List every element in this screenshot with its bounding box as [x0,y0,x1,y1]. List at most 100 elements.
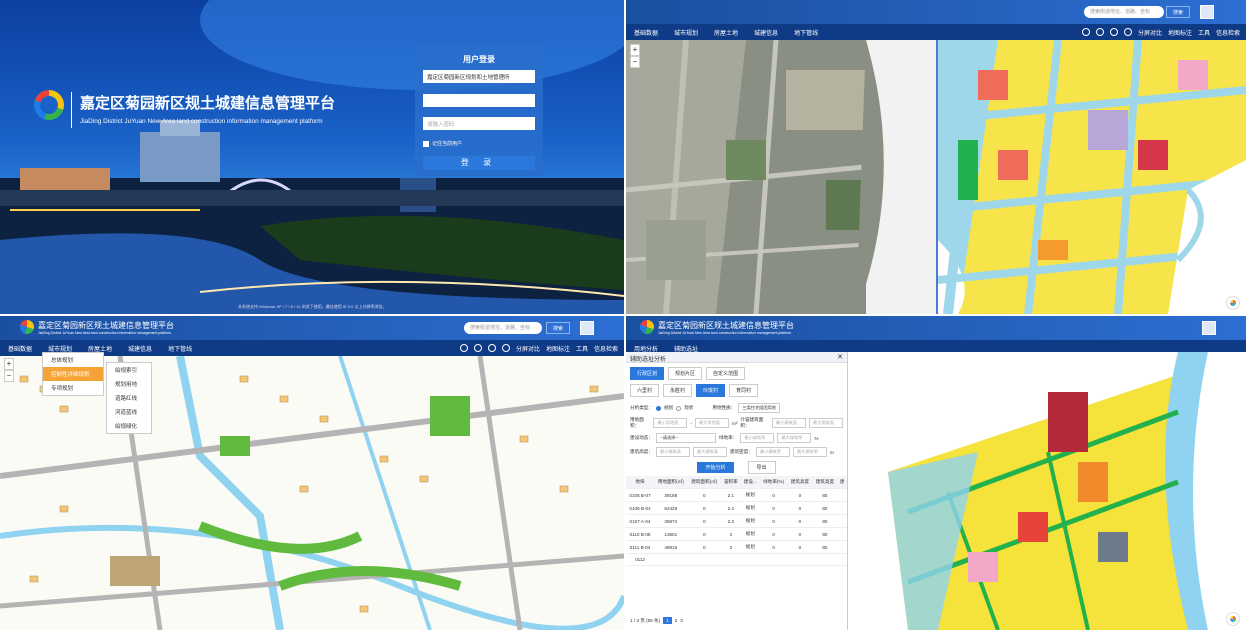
table-row[interactable]: 0111 B-04 48915 0 2 规划 0 0 80 [626,540,847,554]
tab-village-3[interactable]: 玲珑村 [696,384,726,397]
search-input[interactable]: 搜索街道地址、道路、坐标 [1084,6,1164,18]
tab-village-4[interactable]: 育同村 [729,384,759,397]
menu-split-compare[interactable]: 分屏对比 [516,344,540,353]
layer-toggle-icon[interactable] [1226,612,1240,626]
tab-village-1[interactable]: 六里村 [630,384,660,397]
zoom-minus-button[interactable]: − [4,370,14,382]
table-cell: 0 [787,501,813,515]
login-button[interactable]: 登 录 [423,156,535,170]
menu-housing-land[interactable]: 房屋土地 [706,28,746,37]
zoom-minus-button[interactable]: − [630,56,640,68]
table-row[interactable]: 0112 [626,553,847,566]
globe-icon[interactable] [501,344,510,352]
app-header: 嘉定区菊园新区规土城建信息管理平台 JiaDing District JuYua… [626,316,1246,340]
min-far-input[interactable]: 最小建筑面 [772,418,806,428]
min-density-input[interactable]: 最小建筑密 [755,447,790,457]
menu-item-master-plan[interactable]: 总体规划 [43,353,103,367]
area-unit: m² [732,420,738,426]
radio-plan-icon[interactable] [655,405,661,411]
tab-plan-area[interactable]: 规划片区 [668,367,703,380]
menu-basic-data[interactable]: 基础数据 [0,344,40,353]
close-icon[interactable]: ✕ [837,353,843,361]
table-row[interactable]: 0110 B-08 13801 0 2 规划 0 0 80 [626,527,847,541]
menu-info-search[interactable]: 信息检索 [1216,28,1240,37]
min-height-input[interactable]: 最小建筑高 [655,447,690,457]
menu-map-annotate[interactable]: 地图标注 [1168,28,1192,37]
zoom-out-icon[interactable] [1095,28,1104,36]
zoom-in-icon[interactable] [459,344,468,352]
table-row[interactable]: 0105 B-07 39168 0 2.1 规划 0 0 80 [626,488,847,502]
user-select[interactable] [423,94,535,107]
zoom-plus-button[interactable]: + [4,358,14,370]
menu-basic-data[interactable]: 基础数据 [626,28,666,37]
user-avatar[interactable] [580,321,594,335]
max-far-input[interactable]: 最大建筑面 [809,418,843,428]
table-cell [740,553,760,566]
max-area-input[interactable]: 最大用地面 [695,418,729,428]
menu-item-road-redline[interactable]: 道路红线 [107,391,151,405]
min-area-input[interactable]: 最小用地面 [653,418,688,428]
layer-toggle-icon[interactable] [1226,296,1240,310]
radio-current-icon[interactable] [676,405,682,411]
password-input[interactable]: 请输入密码 [423,117,535,130]
menu-item-special-plan[interactable]: 专项规划 [43,381,103,395]
table-cell: 48915 [654,540,688,554]
land-use-select[interactable]: 三类住宅组团用地 [738,403,780,413]
planning-map[interactable] [938,40,1246,314]
zoom-plus-button[interactable]: + [630,44,640,56]
page-2-button[interactable]: 2 [675,618,678,623]
app-subtitle: JiaDing District JuYuan New Area land co… [658,331,791,335]
analysis-map[interactable] [848,352,1246,630]
menu-urban-planning[interactable]: 城市规划 [666,28,706,37]
page-1-button[interactable]: 1 [663,617,672,624]
max-density-input[interactable]: 最大建筑密 [792,447,827,457]
table-cell [812,553,838,566]
menu-item-plan-land[interactable]: 规划用地 [107,377,151,391]
menu-item-river-blueline[interactable]: 河道蓝线 [107,405,151,419]
split-compare-view: 搜索街道地址、道路、坐标 搜索 基础数据 城市规划 房屋土地 城建信息 地下管线… [626,0,1246,314]
menu-item-detailed-plan[interactable]: 控制性详细规划 [43,367,103,381]
tab-village-2[interactable]: 永胜村 [663,384,693,397]
platform-subtitle: JiaDing District JuYuan New Area land co… [80,118,323,125]
remember-checkbox[interactable]: 记住当前用户 [423,140,462,147]
table-cell: 80 [812,527,838,541]
zoom-in-icon[interactable] [1081,28,1090,36]
tab-custom-range[interactable]: 自定义范围 [706,367,746,380]
menu-urban-construction[interactable]: 城建信息 [746,28,786,37]
search-button[interactable]: 搜索 [1166,6,1191,18]
max-green-input[interactable]: 最大绿地率 [777,433,812,443]
menu-underground-pipeline[interactable]: 地下管线 [786,28,826,37]
menu-urban-construction[interactable]: 城建信息 [120,344,160,353]
table-cell [837,501,847,515]
start-analysis-button[interactable]: 开始分析 [697,462,734,473]
menu-map-annotate[interactable]: 地图标注 [546,344,570,353]
org-select[interactable]: 嘉定区菊园新区规划和土地管理所 [423,70,535,83]
menu-tools[interactable]: 工具 [1198,28,1210,37]
min-green-input[interactable]: 最小绿地率 [740,433,775,443]
search-input[interactable]: 搜索街道地址、道路、坐标 [464,322,542,334]
tab-admin-region[interactable]: 行政区划 [630,367,665,380]
pan-icon[interactable] [487,344,496,352]
menu-info-search[interactable]: 信息检索 [594,344,618,353]
menu-tools[interactable]: 工具 [576,344,588,353]
menu-item-plan-green[interactable]: 绘规绿化 [107,419,151,433]
zoom-out-icon[interactable] [473,344,482,352]
status-select[interactable]: --请选择-- [655,433,716,443]
max-height-input[interactable]: 最大建筑高 [692,447,727,457]
export-button[interactable]: 导出 [747,461,776,474]
table-row[interactable]: 0107 A-04 35872 0 2.2 规划 0 0 80 [626,514,847,528]
table-cell [787,553,813,566]
page-3-button[interactable]: 3 [680,618,683,623]
table-row[interactable]: 0106 B-04 62428 0 2.2 规划 0 0 80 [626,501,847,515]
menu-item-plan-index[interactable]: 绘规索引 [107,363,151,377]
search-button[interactable]: 搜索 [546,322,571,334]
pan-icon[interactable] [1109,28,1118,36]
app-header: 嘉定区菊园新区规土城建信息管理平台 JiaDing District JuYua… [0,316,624,340]
base-map[interactable] [0,356,624,630]
satellite-map[interactable] [626,40,936,314]
user-avatar[interactable] [1202,321,1216,335]
menu-underground-pipeline[interactable]: 地下管线 [160,344,200,353]
menu-split-compare[interactable]: 分屏对比 [1138,28,1162,37]
user-avatar[interactable] [1200,5,1214,19]
globe-icon[interactable] [1123,28,1132,36]
